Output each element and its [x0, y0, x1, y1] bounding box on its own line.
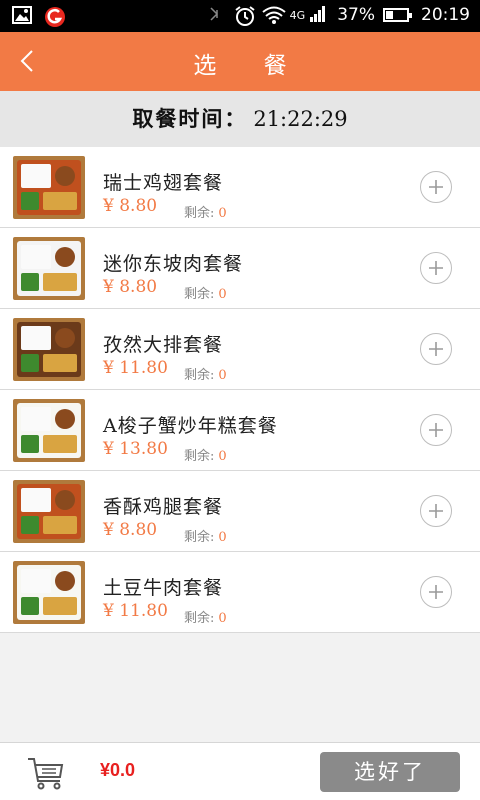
plus-icon: [429, 423, 443, 437]
battery-icon: [383, 8, 412, 22]
meal-item[interactable]: 孜然大排套餐 ¥ 11.80 剩余: 0: [0, 309, 480, 390]
pickup-time-bar: 取餐时间： 21:22:29: [0, 91, 480, 147]
cart-button[interactable]: [26, 755, 66, 791]
cart-icon: [28, 758, 64, 790]
remaining-count: 0: [218, 368, 227, 383]
meal-item[interactable]: 香酥鸡腿套餐 ¥ 8.80 剩余: 0: [0, 471, 480, 552]
remaining-label: 剩余:: [184, 611, 215, 626]
status-bar: 4G 37% 20:19: [0, 0, 480, 32]
meal-remaining: 剩余: 0: [184, 445, 227, 464]
plus-icon: [429, 342, 443, 356]
remaining-count: 0: [218, 449, 227, 464]
add-meal-button[interactable]: [420, 576, 452, 608]
pickup-time-value: 21:22:29: [253, 107, 348, 131]
remaining-count: 0: [218, 611, 227, 626]
meal-thumbnail: [13, 399, 85, 462]
meal-price: ¥ 8.80: [103, 520, 158, 540]
meal-price: ¥ 8.80: [103, 277, 158, 297]
meal-item[interactable]: A梭子蟹炒年糕套餐 ¥ 13.80 剩余: 0: [0, 390, 480, 471]
meal-name: 瑞士鸡翅套餐: [103, 172, 224, 194]
page-title: 选 餐: [193, 53, 307, 79]
network-type: 4G: [289, 8, 306, 22]
meal-name: 香酥鸡腿套餐: [103, 496, 224, 518]
gallery-icon: [12, 6, 32, 26]
meal-name: A梭子蟹炒年糕套餐: [103, 415, 278, 437]
meal-remaining: 剩余: 0: [184, 202, 227, 221]
meal-item[interactable]: 迷你东坡肉套餐 ¥ 8.80 剩余: 0: [0, 228, 480, 309]
remaining-label: 剩余:: [184, 368, 215, 383]
remaining-label: 剩余:: [184, 206, 215, 221]
add-meal-button[interactable]: [420, 252, 452, 284]
meal-thumbnail: [13, 237, 85, 300]
remaining-label: 剩余:: [184, 530, 215, 545]
meal-item[interactable]: 瑞士鸡翅套餐 ¥ 8.80 剩余: 0: [0, 147, 480, 228]
meal-remaining: 剩余: 0: [184, 283, 227, 302]
meal-price: ¥ 13.80: [103, 439, 168, 459]
app-notification-icon: [44, 6, 65, 27]
bottom-bar: ¥0.0 选好了: [0, 742, 480, 800]
vibrate-icon: [206, 5, 226, 25]
meal-thumbnail: [13, 156, 85, 219]
meal-price: ¥ 8.80: [103, 196, 158, 216]
meal-price: ¥ 11.80: [103, 358, 168, 378]
add-meal-button[interactable]: [420, 414, 452, 446]
meal-name: 孜然大排套餐: [103, 334, 224, 356]
add-meal-button[interactable]: [420, 171, 452, 203]
remaining-label: 剩余:: [184, 449, 215, 464]
meal-name: 迷你东坡肉套餐: [103, 253, 244, 275]
meal-thumbnail: [13, 318, 85, 381]
battery-percent: 37%: [337, 5, 375, 25]
alarm-icon: [234, 5, 255, 26]
wifi-icon: [262, 5, 286, 25]
meal-item[interactable]: 土豆牛肉套餐 ¥ 11.80 剩余: 0: [0, 552, 480, 633]
meal-remaining: 剩余: 0: [184, 526, 227, 545]
remaining-count: 0: [218, 206, 227, 221]
remaining-count: 0: [218, 287, 227, 302]
meal-thumbnail: [13, 561, 85, 624]
signal-icon: [309, 5, 329, 25]
meal-remaining: 剩余: 0: [184, 607, 227, 626]
meal-list: 瑞士鸡翅套餐 ¥ 8.80 剩余: 0 迷你东坡肉套餐 ¥ 8.80 剩余: 0 孜然大排套餐 ¥…: [0, 147, 480, 633]
clock: 20:19: [421, 5, 470, 25]
meal-remaining: 剩余: 0: [184, 364, 227, 383]
meal-price: ¥ 11.80: [103, 601, 168, 621]
pickup-time-label: 取餐时间：: [132, 106, 248, 131]
plus-icon: [429, 585, 443, 599]
plus-icon: [429, 504, 443, 518]
remaining-count: 0: [218, 530, 227, 545]
add-meal-button[interactable]: [420, 333, 452, 365]
plus-icon: [429, 180, 443, 194]
add-meal-button[interactable]: [420, 495, 452, 527]
confirm-button[interactable]: 选好了: [320, 752, 460, 792]
remaining-label: 剩余:: [184, 287, 215, 302]
meal-thumbnail: [13, 480, 85, 543]
meal-name: 土豆牛肉套餐: [103, 577, 224, 599]
battery-fill: [386, 11, 393, 19]
app-header: 选 餐: [0, 32, 480, 91]
plus-icon: [429, 261, 443, 275]
cart-total: ¥0.0: [100, 760, 136, 780]
